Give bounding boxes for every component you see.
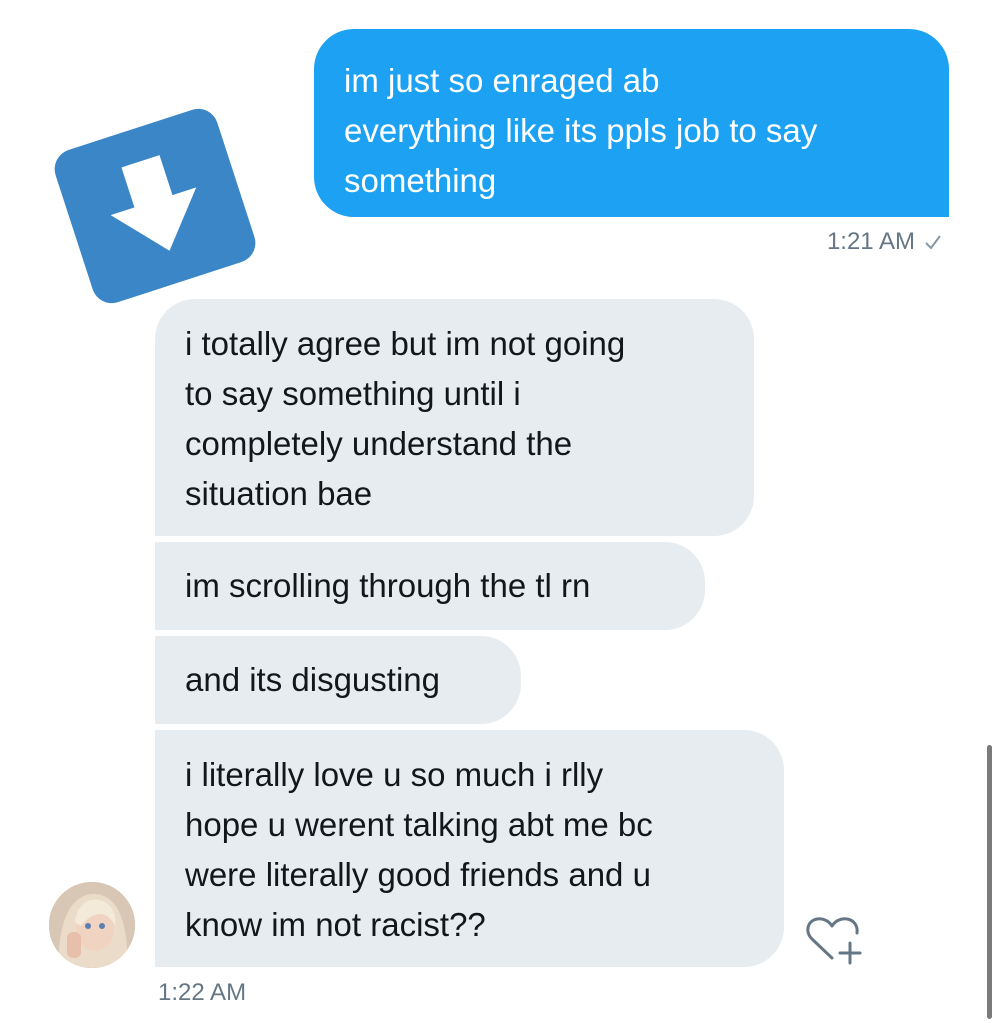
received-message-bubble[interactable]: and its disgusting bbox=[155, 636, 521, 724]
sender-avatar[interactable] bbox=[49, 882, 135, 968]
sent-message-timestamp: 1:21 AM bbox=[827, 228, 943, 256]
download-arrow-icon bbox=[110, 155, 197, 251]
check-icon bbox=[925, 235, 941, 250]
avatar-portrait bbox=[49, 882, 135, 968]
scrollbar[interactable] bbox=[987, 745, 992, 1019]
sent-time-label: 1:21 AM bbox=[826, 228, 915, 255]
heart-plus-icon[interactable] bbox=[802, 913, 866, 967]
download-badge bbox=[49, 103, 261, 309]
received-message-bubble[interactable]: i literally love u so much i rlly hope u… bbox=[155, 730, 784, 967]
received-message-bubble[interactable]: im scrolling through the tl rn bbox=[155, 542, 705, 630]
received-message-bubble[interactable]: i totally agree but im not going to say … bbox=[155, 299, 754, 536]
sent-message-bubble[interactable]: im just so enraged ab everything like it… bbox=[314, 29, 949, 217]
received-message-timestamp: 1:22 AM bbox=[158, 979, 247, 1006]
